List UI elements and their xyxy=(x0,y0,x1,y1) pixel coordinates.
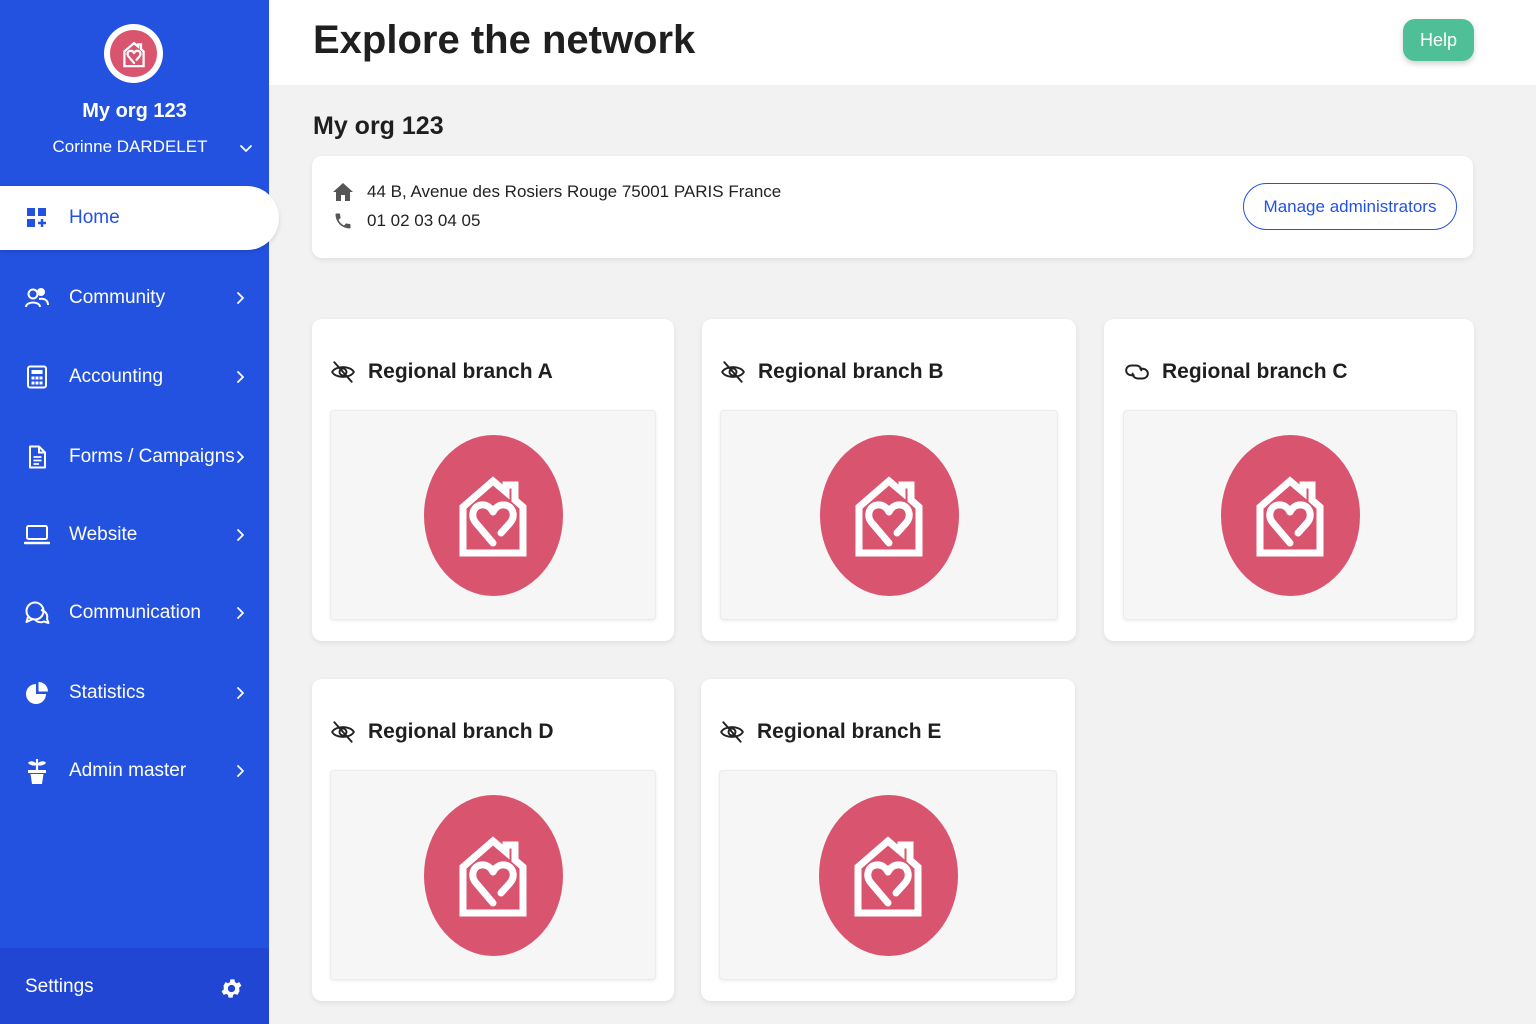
org-name: My org 123 xyxy=(82,100,187,122)
calculator-icon xyxy=(24,364,50,390)
sidebar-item-website[interactable]: Website xyxy=(0,503,269,567)
org-info-card: 44 B, Avenue des Rosiers Rouge 75001 PAR… xyxy=(312,156,1473,258)
sidebar-item-statistics[interactable]: Statistics xyxy=(0,661,269,725)
house-heart-icon xyxy=(839,465,939,565)
branch-image xyxy=(330,770,656,980)
eye-off-icon[interactable] xyxy=(330,359,356,385)
top-header: Explore the network Help xyxy=(269,0,1536,85)
chevron-right-icon xyxy=(233,528,247,542)
chevron-right-icon xyxy=(233,606,247,620)
chevron-right-icon xyxy=(233,291,247,305)
sidebar-item-home[interactable]: Home xyxy=(0,186,279,250)
house-heart-logo xyxy=(819,434,959,596)
chevron-right-icon xyxy=(233,450,247,464)
plant-icon xyxy=(24,758,50,784)
help-button[interactable]: Help xyxy=(1403,19,1474,61)
house-heart-logo xyxy=(818,794,958,956)
house-heart-icon xyxy=(1240,465,1340,565)
chevron-down-icon xyxy=(240,145,252,152)
branch-image xyxy=(330,410,656,620)
branch-header: Regional branch C xyxy=(1124,357,1348,387)
dashboard-icon xyxy=(24,205,50,231)
branch-name: Regional branch D xyxy=(368,720,554,743)
chevron-right-icon xyxy=(233,686,247,700)
sidebar-item-label: Website xyxy=(69,524,138,545)
sidebar-item-label: Admin master xyxy=(69,760,187,781)
document-icon xyxy=(24,444,50,470)
branch-card-d[interactable]: Regional branch D xyxy=(312,679,674,1001)
branch-header: Regional branch B xyxy=(720,357,944,387)
page-title: Explore the network xyxy=(313,18,696,62)
phone-text: 01 02 03 04 05 xyxy=(367,211,481,230)
phone-icon xyxy=(332,210,354,232)
chevron-right-icon xyxy=(233,764,247,778)
sidebar-item-label: Statistics xyxy=(69,682,146,703)
pie-chart-icon xyxy=(24,680,50,706)
branch-header: Regional branch A xyxy=(330,357,553,387)
manage-administrators-button[interactable]: Manage administrators xyxy=(1243,183,1457,230)
branch-image xyxy=(719,770,1057,980)
address-row: 44 B, Avenue des Rosiers Rouge 75001 PAR… xyxy=(332,180,781,204)
phone-row: 01 02 03 04 05 xyxy=(332,209,480,233)
user-name: Corinne DARDELET xyxy=(52,137,208,156)
branch-name: Regional branch A xyxy=(368,360,553,383)
branch-card-e[interactable]: Regional branch E xyxy=(701,679,1075,1001)
gear-icon[interactable] xyxy=(219,976,244,1001)
house-heart-logo xyxy=(1220,434,1360,596)
sidebar-item-forms-campaigns[interactable]: Forms / Campaigns xyxy=(0,425,269,489)
branch-header: Regional branch D xyxy=(330,717,554,747)
branch-image xyxy=(720,410,1058,620)
home-icon xyxy=(332,181,354,203)
branch-image xyxy=(1123,410,1457,620)
laptop-icon xyxy=(24,522,50,548)
sidebar-item-label: Community xyxy=(69,287,166,308)
sidebar-item-communication[interactable]: Communication xyxy=(0,581,269,645)
house-heart-icon xyxy=(118,38,150,70)
house-heart-icon xyxy=(838,825,938,925)
house-heart-icon xyxy=(443,465,543,565)
sidebar-item-label: Communication xyxy=(69,602,201,623)
sidebar-item-community[interactable]: Community xyxy=(0,266,269,330)
house-heart-logo xyxy=(423,794,563,956)
house-heart-logo xyxy=(423,434,563,596)
branch-card-a[interactable]: Regional branch A xyxy=(312,319,674,641)
sidebar: My org 123 Corinne DARDELET Home Communi… xyxy=(0,0,279,1024)
eye-off-icon[interactable] xyxy=(719,719,745,745)
chat-bubbles-icon xyxy=(24,600,50,626)
sidebar-item-admin-master[interactable]: Admin master xyxy=(0,739,269,803)
address-text: 44 B, Avenue des Rosiers Rouge 75001 PAR… xyxy=(367,182,782,201)
branch-header: Regional branch E xyxy=(719,717,941,747)
sidebar-item-accounting[interactable]: Accounting xyxy=(0,345,269,409)
branch-name: Regional branch B xyxy=(758,360,944,383)
users-icon xyxy=(24,285,50,311)
branch-name: Regional branch C xyxy=(1162,360,1348,383)
settings-label: Settings xyxy=(25,976,94,997)
link-icon[interactable] xyxy=(1124,359,1150,385)
user-switcher[interactable]: Corinne DARDELET xyxy=(0,135,269,161)
section-title: My org 123 xyxy=(313,112,444,140)
chevron-right-icon xyxy=(233,370,247,384)
branch-name: Regional branch E xyxy=(757,720,942,743)
sidebar-item-label: Home xyxy=(69,207,120,228)
branch-card-b[interactable]: Regional branch B xyxy=(702,319,1076,641)
eye-off-icon[interactable] xyxy=(330,719,356,745)
org-logo[interactable] xyxy=(104,24,163,83)
sidebar-item-label: Accounting xyxy=(69,366,164,387)
sidebar-item-label: Forms / Campaigns xyxy=(69,446,235,467)
branch-card-c[interactable]: Regional branch C xyxy=(1104,319,1474,641)
eye-off-icon[interactable] xyxy=(720,359,746,385)
house-heart-icon xyxy=(443,825,543,925)
